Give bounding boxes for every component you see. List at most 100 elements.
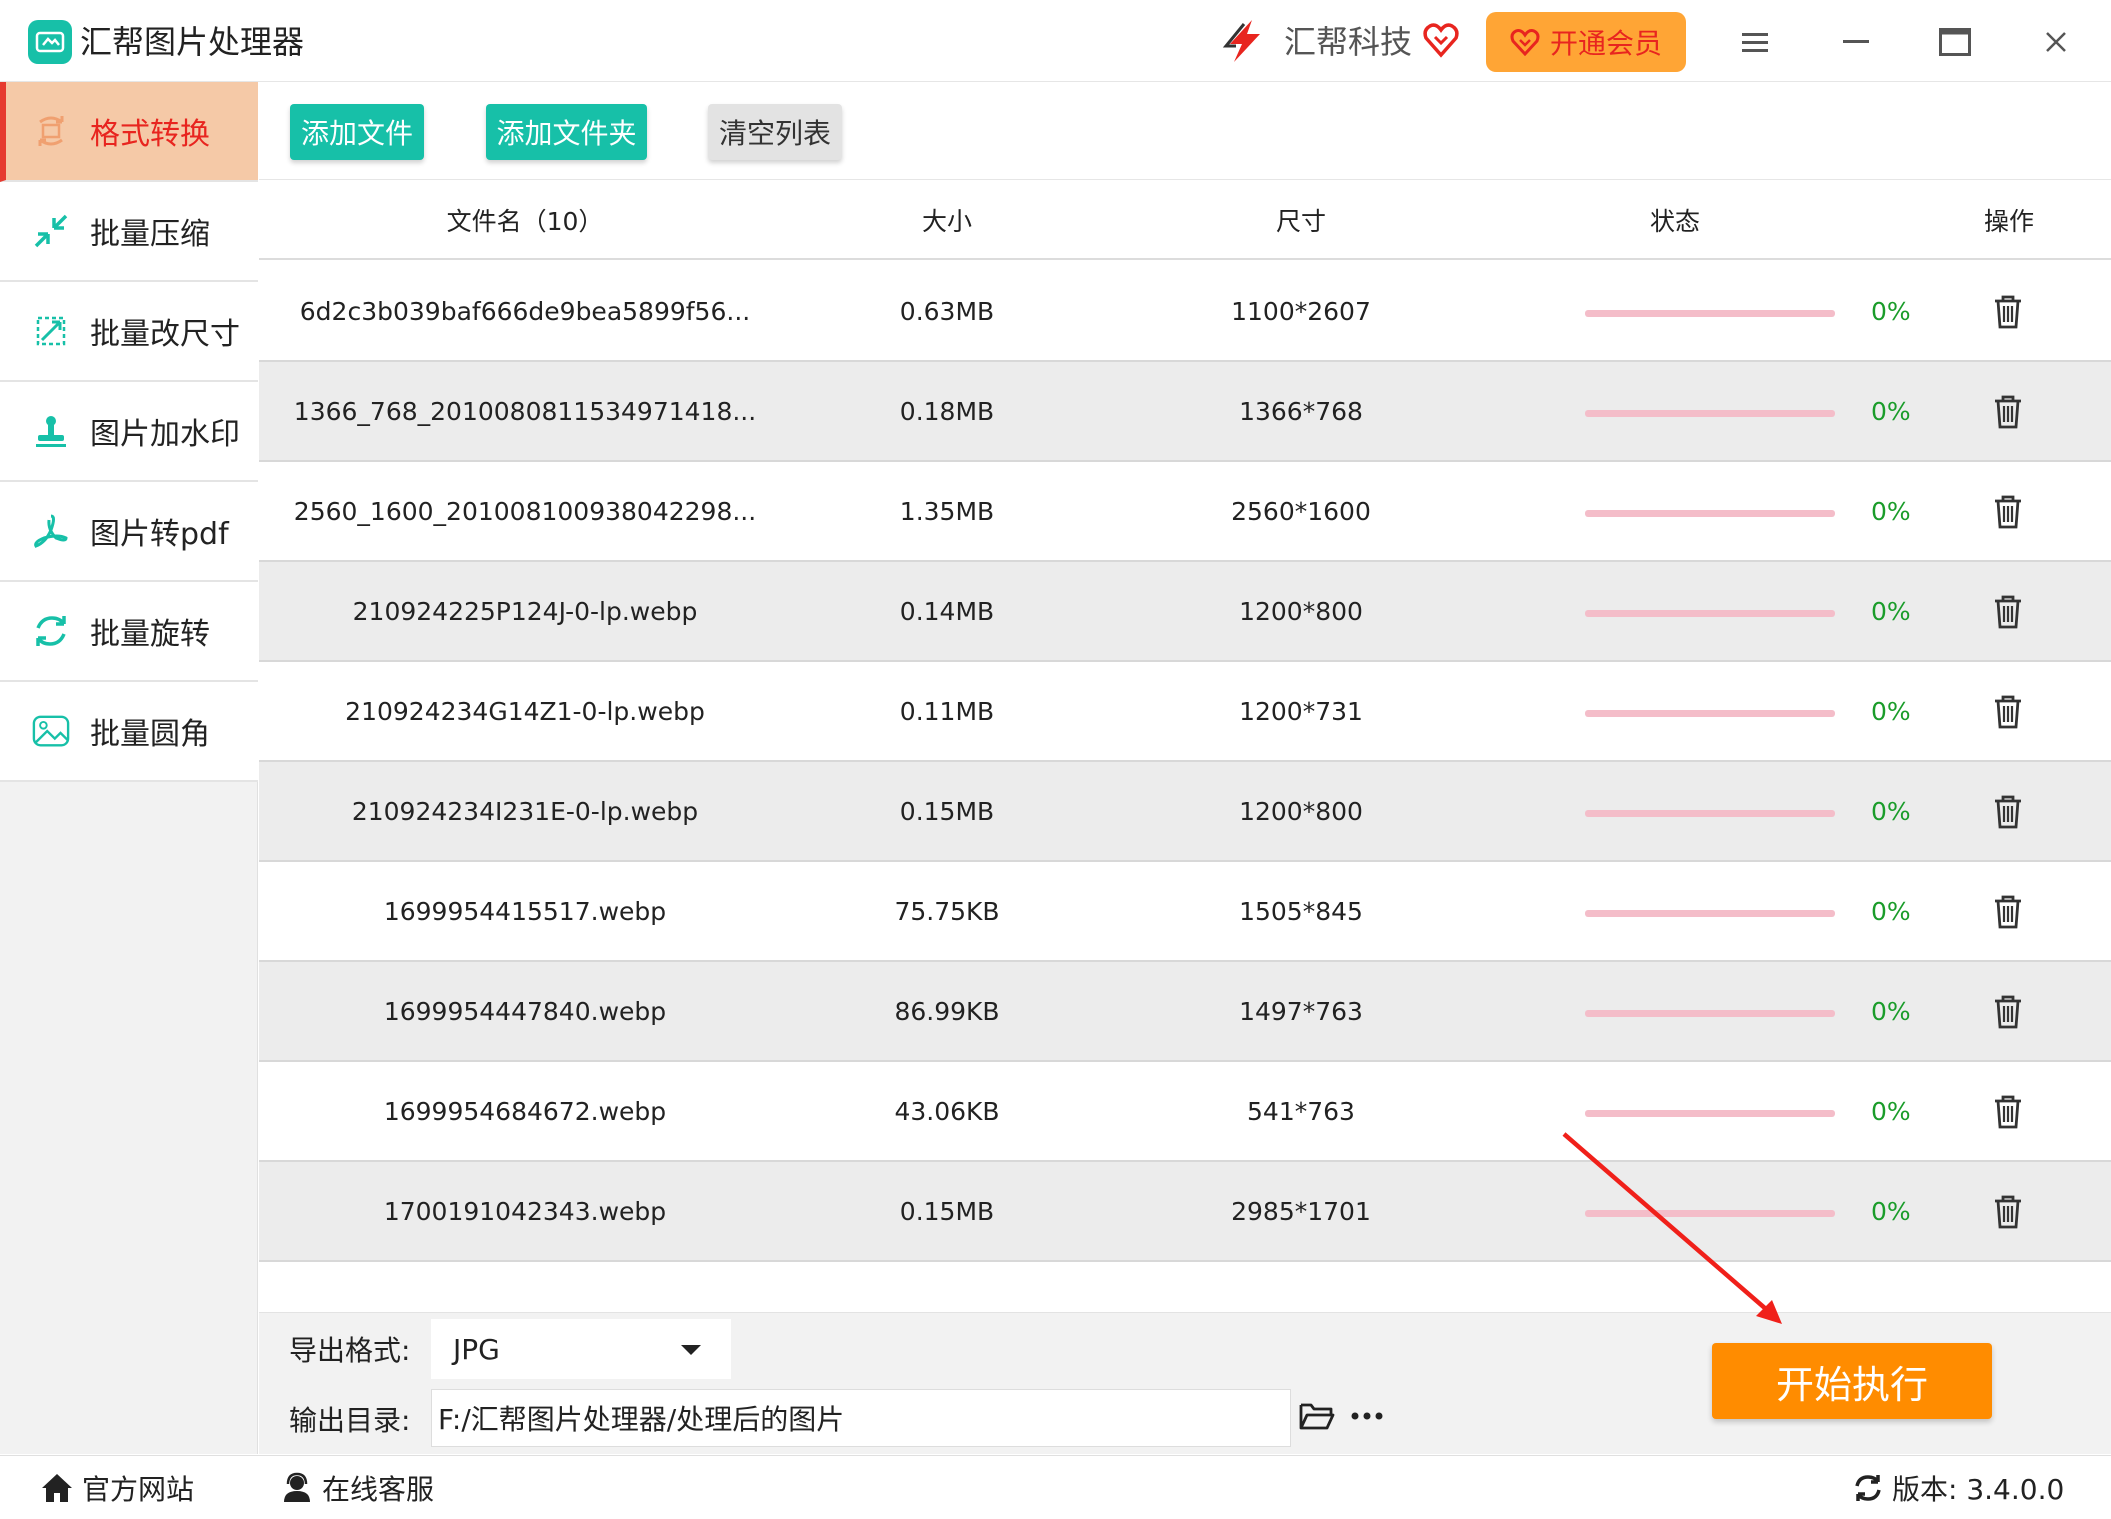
file-table-header: 文件名（10） 大小 尺寸 状态 操作 <box>259 182 2111 260</box>
file-dimensions: 1497*763 <box>1239 996 1363 1026</box>
file-size: 0.15MB <box>899 1196 995 1226</box>
home-icon <box>42 1474 72 1502</box>
delete-icon[interactable] <box>1991 794 2025 830</box>
file-name: 1366_768_2010080811534971418... <box>293 396 757 426</box>
vip-label: 开通会员 <box>1549 27 1662 60</box>
file-size: 0.15MB <box>899 796 995 826</box>
progress-percent: 0% <box>1871 996 1911 1026</box>
file-size: 75.75KB <box>894 896 1000 926</box>
file-dimensions: 1100*2607 <box>1231 296 1371 326</box>
file-name: 1699954447840.webp <box>383 996 667 1026</box>
customer-service-icon <box>284 1472 310 1502</box>
title-bar: 汇帮图片处理器 汇帮科技 开通会员 <box>0 0 2111 82</box>
brand-name: 汇帮科技 <box>1284 23 1413 61</box>
sidebar-item-resize[interactable]: 批量改尺寸 <box>0 282 258 382</box>
progress-percent: 0% <box>1871 896 1911 926</box>
official-website-link[interactable]: 官方网站 <box>40 1456 194 1519</box>
file-name: 6d2c3b039baf666de9bea5899f56... <box>299 296 751 326</box>
delete-icon[interactable] <box>1991 994 2025 1030</box>
maximize-icon[interactable] <box>1935 22 1975 62</box>
delete-icon[interactable] <box>1991 594 2025 630</box>
file-dimensions: 1200*800 <box>1239 596 1363 626</box>
table-row[interactable]: 2560_1600_201008100938042298... 1.35MB 256… <box>259 462 2111 562</box>
delete-icon[interactable] <box>1991 894 2025 930</box>
table-row[interactable]: 1700191042343.webp 0.15MB 2985*1701 0% <box>259 1162 2111 1262</box>
file-name: 210924234G14Z1-0-lp.webp <box>345 696 705 726</box>
export-format-label: 导出格式: <box>289 1334 411 1367</box>
sidebar-item-label: 图片转pdf <box>90 517 229 552</box>
progress-bar <box>1585 1010 1835 1017</box>
delete-icon[interactable] <box>1991 294 2025 330</box>
column-header-action: 操作 <box>1983 207 2034 236</box>
delete-icon[interactable] <box>1991 494 2025 530</box>
output-dir-value: F:/汇帮图片处理器/处理后的图片 <box>438 1403 845 1436</box>
sidebar-item-rotate[interactable]: 批量旋转 <box>0 582 258 682</box>
sidebar-item-label: 批量旋转 <box>90 617 210 652</box>
sidebar-item-format-convert[interactable]: 格式转换 <box>0 82 258 182</box>
format-convert-icon <box>32 112 70 150</box>
vip-button[interactable]: 开通会员 <box>1486 12 1686 72</box>
sidebar-item-compress[interactable]: 批量压缩 <box>0 182 258 282</box>
table-row[interactable]: 1699954447840.webp 86.99KB 1497*763 0% <box>259 962 2111 1062</box>
resize-icon <box>32 312 70 350</box>
clear-list-button[interactable]: 清空列表 <box>708 104 842 160</box>
table-row[interactable]: 210924225P124J-0-lp.webp 0.14MB 1200*800 0% <box>259 562 2111 662</box>
progress-percent: 0% <box>1871 696 1911 726</box>
file-name: 210924234I231E-0-lp.webp <box>351 796 699 826</box>
progress-percent: 0% <box>1871 596 1911 626</box>
sidebar-item-to-pdf[interactable]: 图片转pdf <box>0 482 258 582</box>
export-format-select[interactable]: JPG <box>431 1319 731 1379</box>
add-folder-button[interactable]: 添加文件夹 <box>486 104 647 160</box>
table-row[interactable]: 6d2c3b039baf666de9bea5899f56... 0.63MB 110… <box>259 262 2111 362</box>
compress-icon <box>32 212 70 250</box>
file-dimensions: 2560*1600 <box>1231 496 1371 526</box>
sidebar-item-rounded-corner[interactable]: 批量圆角 <box>0 682 258 782</box>
add-file-button[interactable]: 添加文件 <box>290 104 424 160</box>
close-icon[interactable] <box>2036 22 2076 62</box>
progress-bar <box>1585 1110 1835 1117</box>
sidebar-item-watermark[interactable]: 图片加水印 <box>0 382 258 482</box>
progress-percent: 0% <box>1871 496 1911 526</box>
file-name: 210924225P124J-0-lp.webp <box>352 596 698 626</box>
minimize-icon[interactable] <box>1836 22 1876 62</box>
more-options-icon[interactable] <box>1349 1403 1385 1433</box>
table-row[interactable]: 210924234I231E-0-lp.webp 0.15MB 1200*800 0% <box>259 762 2111 862</box>
table-row[interactable]: 1366_768_2010080811534971418... 0.18MB 136… <box>259 362 2111 462</box>
sidebar-item-label: 批量压缩 <box>90 217 210 252</box>
annotation-arrow-icon <box>1562 1132 1782 1324</box>
status-bar: 官方网站 在线客服 版本: 3.4.0.0 <box>0 1455 2111 1519</box>
file-dimensions: 1505*845 <box>1239 896 1363 926</box>
toolbar: 添加文件 添加文件夹 清空列表 <box>259 82 2111 180</box>
progress-bar <box>1585 610 1835 617</box>
table-row[interactable]: 1699954684672.webp 43.06KB 541*763 0% <box>259 1062 2111 1162</box>
pdf-icon <box>32 512 70 550</box>
file-size: 0.18MB <box>899 396 995 426</box>
file-size: 43.06KB <box>894 1096 1000 1126</box>
file-name: 1700191042343.webp <box>383 1196 667 1226</box>
delete-icon[interactable] <box>1991 394 2025 430</box>
progress-percent: 0% <box>1871 296 1911 326</box>
file-name: 1699954684672.webp <box>383 1096 667 1126</box>
table-row[interactable]: 1699954415517.webp 75.75KB 1505*845 0% <box>259 862 2111 962</box>
progress-percent: 0% <box>1871 396 1911 426</box>
file-dimensions: 1366*768 <box>1239 396 1363 426</box>
file-size: 0.63MB <box>899 296 995 326</box>
delete-icon[interactable] <box>1991 1094 2025 1130</box>
menu-icon[interactable] <box>1735 22 1775 62</box>
online-support-link[interactable]: 在线客服 <box>280 1456 434 1519</box>
brand-logo-icon <box>1222 20 1260 62</box>
delete-icon[interactable] <box>1991 1194 2025 1230</box>
progress-bar <box>1585 910 1835 917</box>
file-dimensions: 2985*1701 <box>1231 1196 1371 1226</box>
version-info[interactable]: 版本: 3.4.0.0 <box>1852 1456 2064 1519</box>
progress-percent: 0% <box>1871 1196 1911 1226</box>
start-button[interactable]: 开始执行 <box>1712 1343 1992 1419</box>
file-size: 0.14MB <box>899 596 995 626</box>
export-format-value: JPG <box>453 1332 500 1366</box>
delete-icon[interactable] <box>1991 694 2025 730</box>
output-dir-field[interactable]: F:/汇帮图片处理器/处理后的图片 <box>431 1389 1291 1447</box>
sidebar-item-label: 图片加水印 <box>90 417 240 452</box>
app-title: 汇帮图片处理器 <box>80 23 305 61</box>
table-row[interactable]: 210924234G14Z1-0-lp.webp 0.11MB 1200*731 0% <box>259 662 2111 762</box>
open-folder-icon[interactable] <box>1299 1401 1335 1435</box>
